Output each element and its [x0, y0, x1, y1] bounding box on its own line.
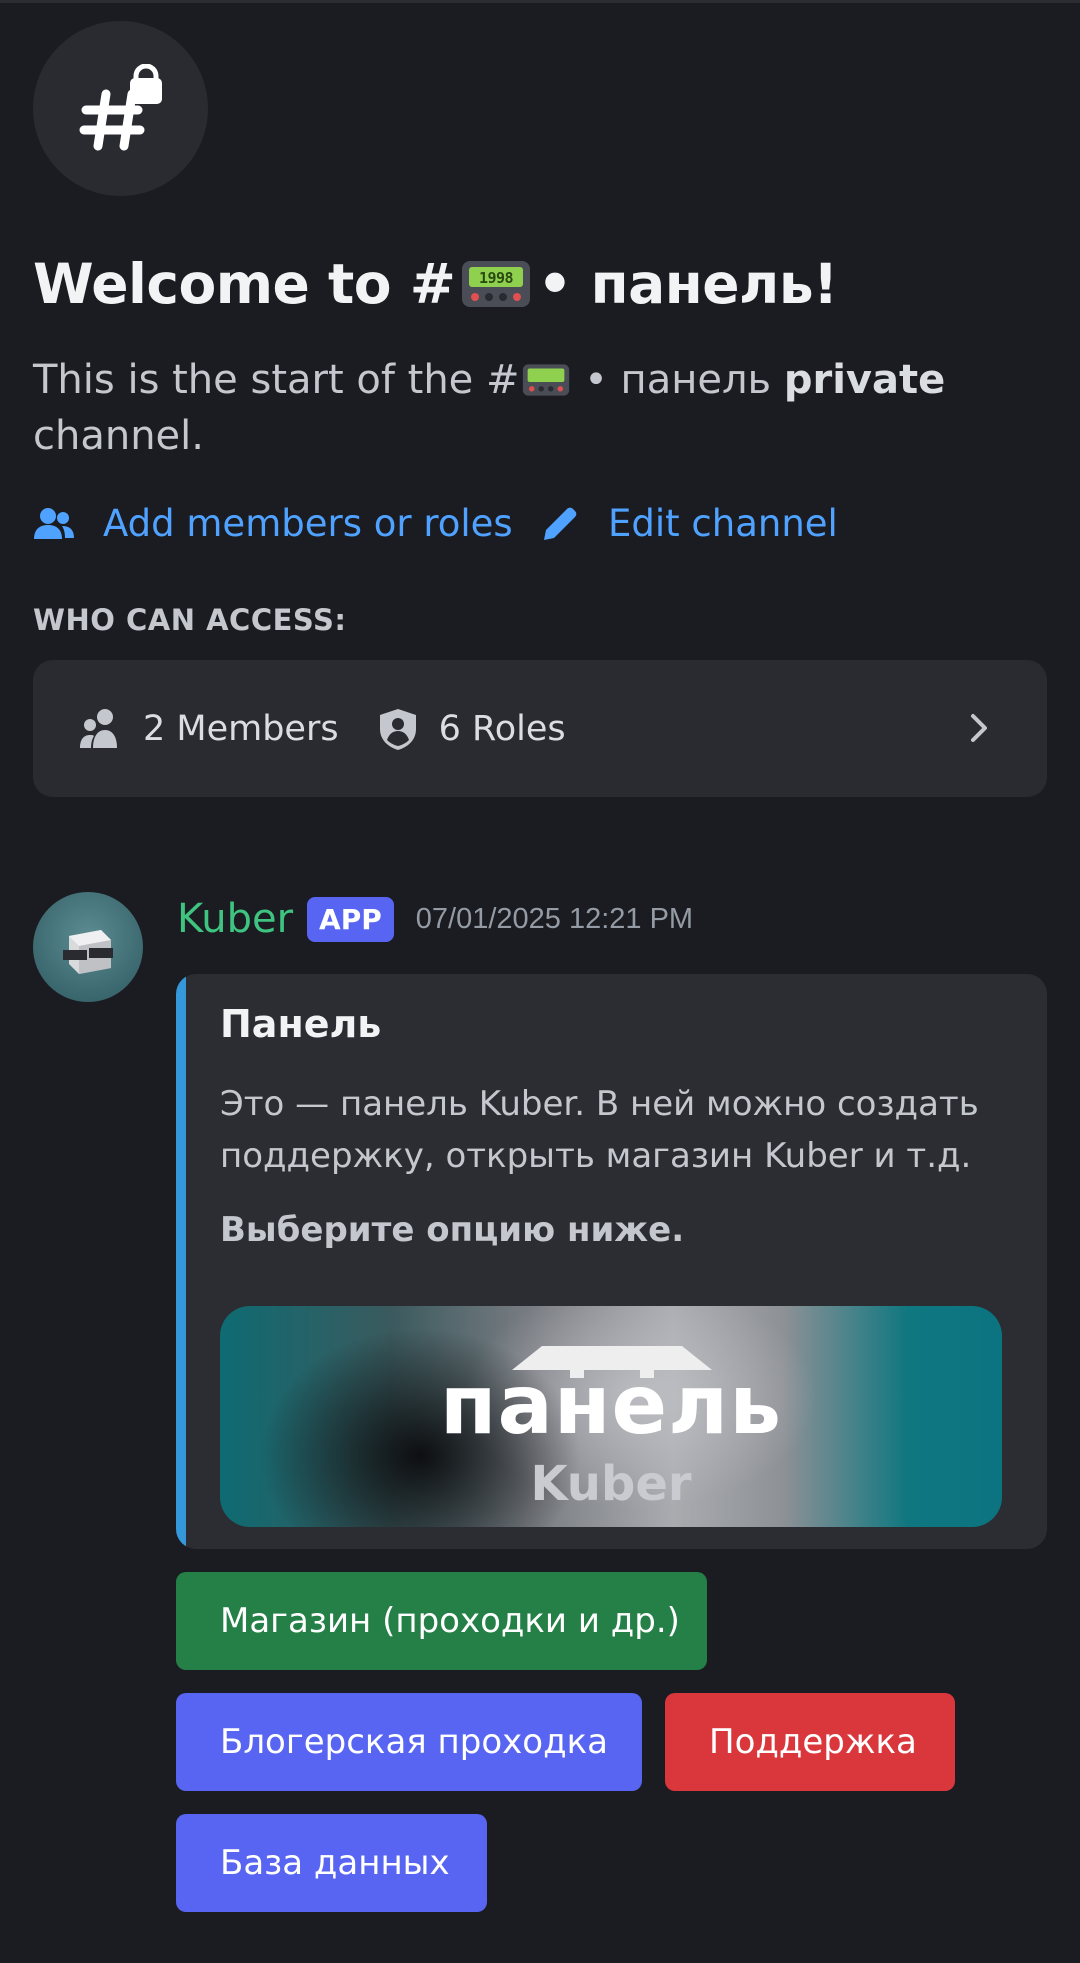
banner-subtitle: Kuber [530, 1456, 692, 1512]
welcome-subtitle: This is the start of the # • панель priv… [33, 352, 1033, 464]
embed: Панель Это — панель Kuber. В ней можно с… [176, 974, 1047, 1549]
embed-title: Панель [220, 1002, 382, 1046]
roles-count: 6 Roles [377, 707, 566, 751]
svg-text:1998: 1998 [479, 269, 514, 287]
subtitle-prefix: This is the start of the # [33, 357, 520, 403]
people-icon [34, 507, 74, 539]
avatar[interactable] [33, 892, 143, 1002]
edit-channel-button[interactable]: Edit channel [540, 502, 838, 545]
shop-button[interactable]: Магазин (проходки и др.) [176, 1572, 707, 1670]
add-members-button[interactable]: Add members or roles [33, 502, 513, 545]
database-button[interactable]: База данных [176, 1814, 487, 1912]
embed-accent-bar [176, 974, 186, 1549]
members-count: 2 Members [79, 708, 339, 750]
app-badge: APP [307, 896, 394, 942]
embed-description: Это — панель Kuber. В ней можно создать … [220, 1084, 979, 1176]
members-icon [80, 708, 117, 748]
support-button[interactable]: Поддержка [665, 1693, 955, 1791]
pencil-icon [544, 507, 577, 540]
welcome-prefix: Welcome to # [33, 252, 456, 316]
blogger-pass-button[interactable]: Блогерская проходка [176, 1693, 642, 1791]
top-divider [0, 0, 1080, 3]
chevron-right-icon [971, 714, 987, 742]
hash-lock-icon [79, 63, 162, 150]
roles-label: 6 Roles [438, 708, 566, 749]
banner-title: панель [439, 1358, 783, 1453]
pager-emoji-icon [522, 364, 569, 396]
welcome-title: Welcome to # 1998 • панель! [33, 252, 838, 316]
subtitle-private: private [783, 357, 946, 403]
edit-channel-label: Edit channel [608, 502, 838, 545]
bot-avatar-icon [63, 930, 113, 974]
embed-banner-image[interactable]: панель Kuber [220, 1306, 1002, 1527]
embed-bold-text: Выберите опцию ниже. [220, 1210, 685, 1250]
channel-avatar [33, 21, 208, 196]
username[interactable]: Kuber [177, 896, 293, 942]
subtitle-end: channel. [33, 413, 204, 459]
add-members-label: Add members or roles [103, 502, 513, 545]
pager-emoji-icon: 1998 [462, 261, 531, 307]
access-header: WHO CAN ACCESS: [33, 603, 347, 637]
access-card[interactable]: 2 Members 6 Roles [33, 660, 1047, 797]
timestamp: 07/01/2025 12:21 PM [415, 902, 694, 935]
shield-icon [379, 708, 416, 750]
members-label: 2 Members [143, 708, 339, 749]
message-header: Kuber APP 07/01/2025 12:21 PM [177, 896, 693, 942]
subtitle-channel-name: • панель [571, 357, 784, 403]
welcome-suffix: • панель! [537, 252, 838, 316]
